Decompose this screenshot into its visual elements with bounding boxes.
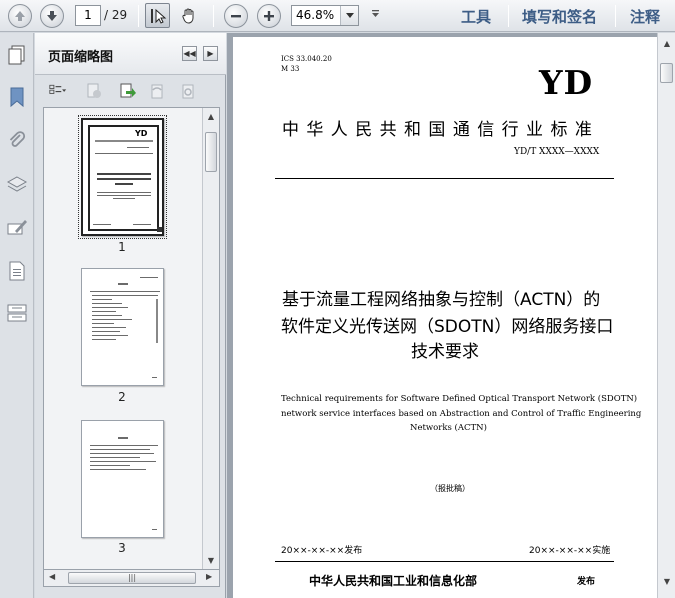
toolbar-divider	[508, 5, 509, 27]
thumbnails-panel: 页面缩略图 ◀◀ ▶ YD 1 2 3 ▲ ▼ ◀ ||| ▶	[35, 33, 226, 598]
panel-title: 页面缩略图	[48, 50, 114, 65]
delete-page-icon	[87, 83, 101, 98]
signatures-button[interactable]	[5, 215, 29, 239]
minus-icon	[231, 15, 241, 18]
document-view[interactable]: ICS 33.040.20 M 33 YD 中 华 人 民 共 和 国 通 信 …	[227, 33, 657, 598]
thumbnail-page-number: 2	[118, 390, 126, 404]
issue-date: 20××-××-××发布	[281, 546, 363, 556]
navigation-rail	[0, 33, 34, 598]
document-vertical-scrollbar[interactable]: ▲ ▼	[657, 33, 675, 598]
scroll-up-icon[interactable]: ▲	[203, 108, 219, 124]
standard-number: YD/T XXXX—XXXX	[514, 147, 600, 157]
page-thumbnails-button[interactable]	[5, 43, 29, 67]
signature-pen-icon	[7, 220, 27, 235]
pages-icon	[8, 45, 25, 65]
scroll-right-icon[interactable]: ▶	[206, 572, 212, 581]
scroll-down-icon[interactable]: ▼	[203, 552, 219, 568]
toolbar-divider	[138, 5, 139, 27]
classification-code: M 33	[281, 65, 300, 73]
main-toolbar: 1 / 29 46.8% 工具 填写和签名 注释	[0, 0, 675, 32]
standard-title: 中 华 人 民 共 和 国 通 信 行 业 标 准	[282, 120, 593, 140]
expand-panel-button[interactable]: ▶	[203, 46, 218, 61]
scrollbar-thumb[interactable]: |||	[68, 572, 196, 584]
comment-tab[interactable]: 注释	[630, 6, 660, 27]
page-number-input[interactable]: 1	[75, 5, 101, 26]
hand-tool-button[interactable]	[176, 3, 201, 28]
page-thumbnail[interactable]: YD	[78, 115, 167, 239]
title-cn-line-2: 软件定义光传送网（SDOTN）网络服务接口	[281, 317, 614, 337]
hand-icon	[181, 8, 193, 24]
thumbnail-horizontal-scrollbar[interactable]: ◀ ||| ▶	[43, 569, 220, 587]
title-en-line-2: network service interfaces based on Abst…	[281, 409, 642, 419]
layers-button[interactable]	[5, 173, 29, 197]
scroll-down-icon[interactable]: ▼	[659, 573, 675, 589]
thumbnail-vertical-scrollbar[interactable]: ▲ ▼	[202, 108, 219, 586]
delete-pages-button[interactable]	[83, 81, 105, 101]
next-page-button[interactable]	[40, 4, 64, 28]
scroll-up-icon[interactable]: ▲	[659, 35, 675, 51]
publisher-suffix: 发布	[577, 577, 596, 587]
thumbnail-list: YD 1 2 3 ▲ ▼	[43, 107, 220, 587]
scrollbar-thumb[interactable]	[205, 132, 217, 172]
rotate-pages-button[interactable]	[146, 81, 168, 101]
zoom-out-button[interactable]	[224, 4, 248, 28]
rotate-page-icon	[151, 84, 163, 99]
cursor-icon	[150, 8, 166, 24]
insert-page-icon	[120, 83, 136, 98]
thumbnail-toolbar	[35, 76, 226, 106]
footer-rule	[275, 561, 614, 562]
document-properties-button[interactable]	[5, 259, 29, 283]
page-properties-icon	[182, 84, 194, 99]
zoom-select[interactable]: 46.8%	[291, 5, 359, 26]
layers-icon	[6, 176, 28, 192]
ics-code: ICS 33.040.20	[281, 55, 332, 63]
yd-logo: YD	[539, 63, 594, 102]
document-page: ICS 33.040.20 M 33 YD 中 华 人 民 共 和 国 通 信 …	[233, 37, 657, 598]
tools-tab[interactable]: 工具	[461, 6, 491, 27]
zoom-in-button[interactable]	[257, 4, 281, 28]
scrollbar-thumb[interactable]	[660, 63, 673, 83]
thumbnail-page-number: 1	[118, 240, 126, 254]
compare-button[interactable]	[5, 301, 29, 325]
thumb-logo: YD	[135, 129, 148, 138]
select-tool-button[interactable]	[145, 3, 170, 28]
publisher: 中华人民共和国工业和信息化部	[309, 574, 478, 588]
thumbnail-page-number: 3	[118, 541, 126, 555]
thumbnail-options-button[interactable]	[44, 81, 72, 101]
title-cn-line-3: 技术要求	[411, 342, 479, 362]
page-total-label: / 29	[104, 8, 128, 22]
zoom-value: 46.8%	[296, 8, 335, 22]
collapse-panel-button[interactable]: ◀◀	[182, 46, 197, 61]
toolbar-menu-icon[interactable]	[371, 9, 381, 19]
arrow-up-icon	[15, 11, 25, 21]
fill-sign-tab[interactable]: 填写和签名	[522, 6, 597, 27]
options-menu-icon	[49, 84, 67, 94]
header-rule	[275, 178, 614, 179]
title-en-line-3: Networks (ACTN)	[410, 423, 487, 433]
page-thumbnail[interactable]	[81, 268, 164, 386]
page-thumbnail[interactable]	[81, 420, 164, 538]
chevron-down-icon[interactable]	[340, 6, 358, 25]
document-icon	[9, 261, 25, 281]
plus-icon	[264, 11, 274, 21]
implement-date: 20××-××-××实施	[529, 546, 611, 556]
title-cn-line-1: 基于流量工程网络抽象与控制（ACTN）的	[282, 290, 601, 310]
draft-status: （报批稿）	[430, 484, 470, 493]
compare-icon	[7, 304, 27, 322]
page-properties-button[interactable]	[177, 81, 199, 101]
title-en-line-1: Technical requirements for Software Defi…	[281, 394, 638, 404]
scroll-left-icon[interactable]: ◀	[49, 572, 55, 581]
paperclip-icon	[9, 131, 26, 147]
insert-pages-button[interactable]	[116, 81, 138, 101]
panel-header: 页面缩略图 ◀◀ ▶	[35, 33, 226, 75]
toolbar-divider	[213, 5, 214, 27]
arrow-down-icon	[47, 11, 57, 21]
attachments-button[interactable]	[5, 129, 29, 153]
previous-page-button[interactable]	[8, 4, 32, 28]
bookmarks-button[interactable]	[5, 85, 29, 109]
bookmark-icon	[10, 87, 24, 108]
toolbar-divider	[615, 5, 616, 27]
